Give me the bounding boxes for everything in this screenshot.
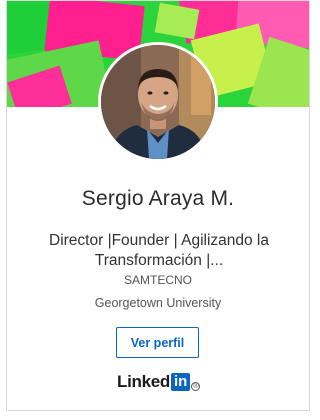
profile-photo bbox=[101, 45, 215, 159]
headline-line: Director |Founder | Agilizando la bbox=[49, 232, 269, 249]
view-profile-button[interactable]: Ver perfil bbox=[116, 327, 199, 358]
headline-line: Transformación |... bbox=[94, 252, 224, 269]
profile-name[interactable]: Sergio Araya M. bbox=[7, 187, 309, 211]
education-school: Georgetown University bbox=[94, 296, 222, 310]
registered-mark-icon: ® bbox=[191, 381, 201, 391]
linkedin-logo[interactable]: Linked in ® bbox=[117, 372, 201, 392]
profile-badge-card: Sergio Araya M. Director |Founder | Agil… bbox=[6, 0, 310, 411]
linkedin-in-icon: in bbox=[171, 373, 191, 391]
sticky-note bbox=[154, 2, 200, 40]
logo-wordmark: Linked bbox=[117, 372, 170, 391]
current-company: SAMTECNO bbox=[123, 273, 192, 287]
avatar[interactable] bbox=[98, 42, 218, 162]
profile-headline: Director |Founder | Agilizando la Transf… bbox=[29, 231, 289, 271]
